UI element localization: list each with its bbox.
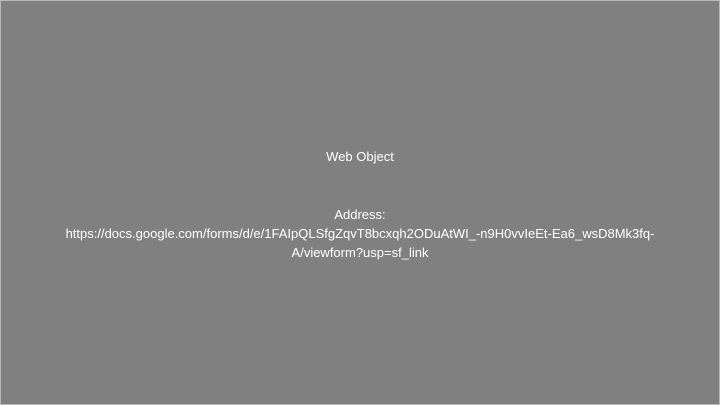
web-object-placeholder: Web Object Address: https://docs.google.…	[0, 0, 720, 405]
web-object-title: Web Object	[326, 149, 394, 164]
address-url-line-1: https://docs.google.com/forms/d/e/1FAIpQ…	[65, 226, 655, 241]
web-object-address: Address: https://docs.google.com/forms/d…	[1, 205, 719, 262]
address-label: Address:	[334, 207, 386, 222]
address-url-line-2: A/viewform?usp=sf_link	[291, 245, 429, 260]
